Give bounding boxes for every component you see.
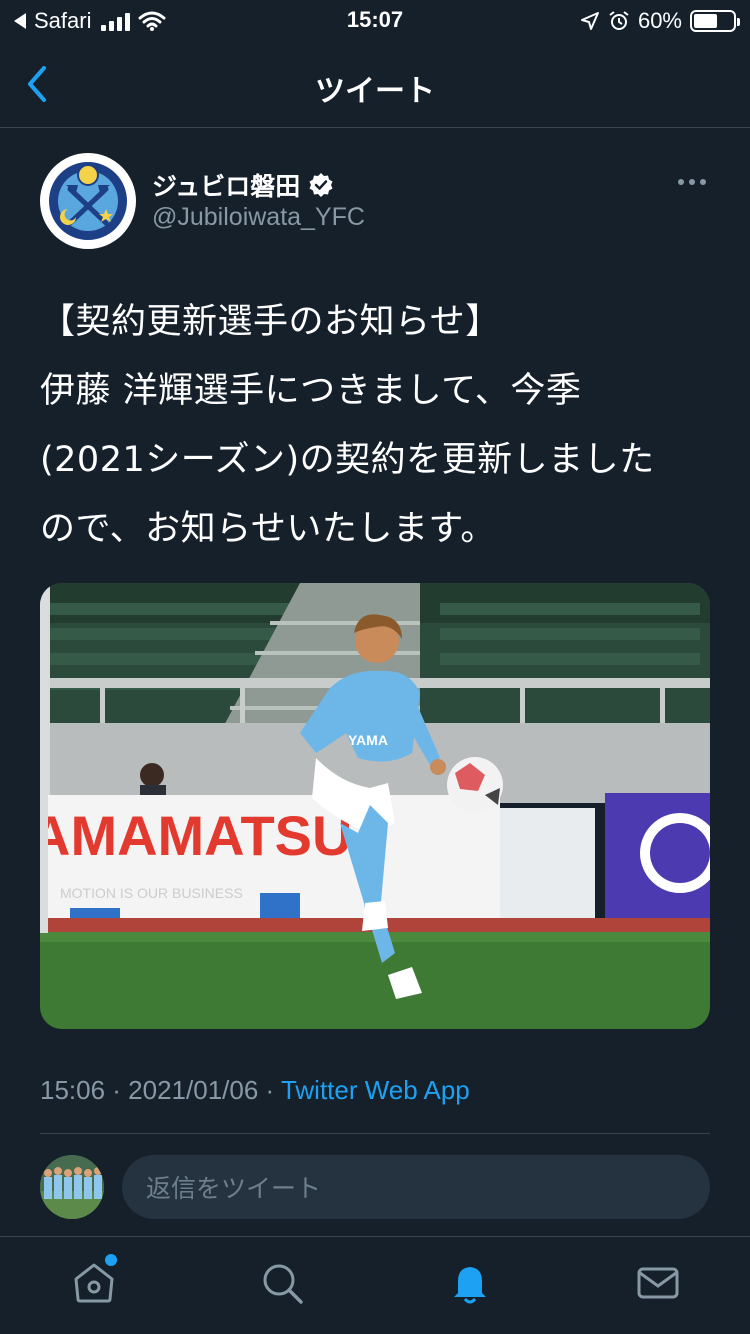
- page-title: ツイート: [315, 74, 435, 109]
- tweet-datetime: 15:06 · 2021/01/06 ·: [40, 1075, 281, 1105]
- search-icon[interactable]: [258, 1259, 306, 1307]
- verified-badge-icon: [309, 173, 333, 197]
- messages-icon[interactable]: [634, 1259, 682, 1307]
- status-bar-right: 60%: [580, 8, 740, 34]
- battery-percentage: 60%: [637, 8, 682, 33]
- status-bar: Safari 15:07 60%: [0, 0, 750, 42]
- svg-text:MOTION IS OUR BUSINESS: MOTION IS OUR BUSINESS: [60, 885, 243, 901]
- jubilo-crest-logo: [42, 155, 134, 247]
- tweet-source-link[interactable]: Twitter Web App: [281, 1075, 470, 1105]
- reply-input[interactable]: 返信をツイート: [122, 1155, 710, 1219]
- notifications-icon[interactable]: [446, 1259, 494, 1307]
- author-name-row[interactable]: ジュビロ磐田: [152, 167, 334, 203]
- author-avatar[interactable]: [40, 153, 136, 249]
- svg-text:AMAMATSU: AMAMATSU: [40, 804, 352, 867]
- photo-football-player: AMAMATSU MOTION IS OUR BUSINESS YAMA: [40, 583, 710, 1029]
- divider: [40, 1133, 710, 1134]
- author-name[interactable]: ジュビロ磐田: [152, 167, 300, 203]
- reply-placeholder: 返信をツイート: [146, 1174, 322, 1203]
- navigation-bar: ツイート: [0, 42, 750, 128]
- svg-text:YAMA: YAMA: [348, 732, 388, 748]
- location-icon: [580, 12, 599, 30]
- alarm-icon: [609, 11, 629, 30]
- more-options-icon[interactable]: [674, 175, 710, 189]
- current-user-avatar[interactable]: [40, 1155, 104, 1219]
- tweet-timestamp: 15:06 · 2021/01/06 · Twitter Web App: [40, 1075, 470, 1106]
- home-icon[interactable]: [70, 1259, 118, 1307]
- tweet-text: 【契約更新選手のお知らせ】 伊藤 洋輝選手につきまして、今季 (2021シーズン…: [40, 302, 655, 549]
- battery-fill: [694, 14, 717, 28]
- tab-bar: [0, 1236, 750, 1334]
- team-photo-avatar: [40, 1155, 104, 1219]
- battery-icon: [690, 10, 740, 32]
- tweet-photo[interactable]: AMAMATSU MOTION IS OUR BUSINESS YAMA: [40, 583, 710, 1029]
- author-handle[interactable]: @Jubiloiwata_YFC: [152, 203, 365, 232]
- home-new-content-dot: [105, 1254, 117, 1266]
